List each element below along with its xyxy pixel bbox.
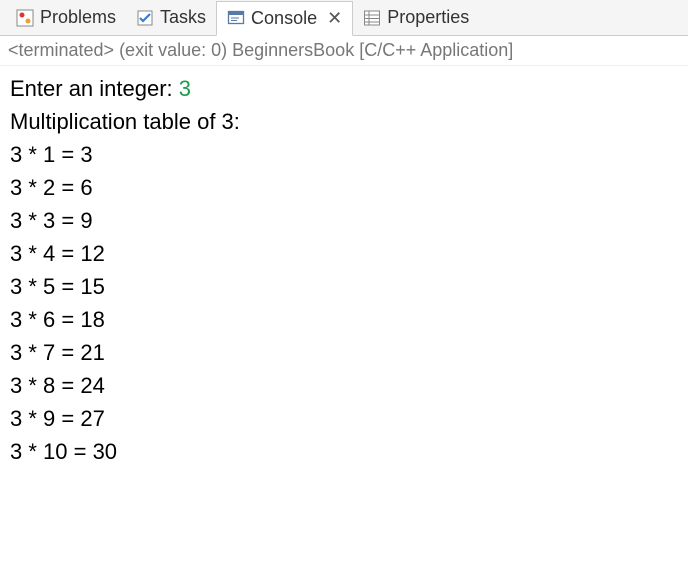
prompt-line: Enter an integer: 3 — [10, 72, 678, 105]
properties-icon — [363, 9, 381, 27]
terminated-status: <terminated> (exit value: 0) BeginnersBo… — [8, 40, 513, 60]
table-row: 3 * 8 = 24 — [10, 369, 678, 402]
tab-tasks-label: Tasks — [160, 7, 206, 28]
close-icon[interactable]: ✕ — [327, 8, 342, 29]
tab-bar: Problems Tasks Console ✕ — [0, 0, 688, 36]
table-row: 3 * 1 = 3 — [10, 138, 678, 171]
tab-tasks[interactable]: Tasks — [126, 0, 216, 35]
problems-icon — [16, 9, 34, 27]
tab-properties[interactable]: Properties — [353, 0, 479, 35]
table-header: Multiplication table of 3: — [10, 105, 678, 138]
table-row: 3 * 5 = 15 — [10, 270, 678, 303]
tab-properties-label: Properties — [387, 7, 469, 28]
table-row: 3 * 6 = 18 — [10, 303, 678, 336]
prompt-text: Enter an integer: — [10, 76, 179, 101]
table-row: 3 * 3 = 9 — [10, 204, 678, 237]
console-output: Enter an integer: 3 Multiplication table… — [0, 66, 688, 474]
table-row: 3 * 10 = 30 — [10, 435, 678, 468]
tab-console-label: Console — [251, 8, 317, 29]
table-row: 3 * 7 = 21 — [10, 336, 678, 369]
table-row: 3 * 2 = 6 — [10, 171, 678, 204]
table-row: 3 * 4 = 12 — [10, 237, 678, 270]
console-icon — [227, 9, 245, 27]
table-row: 3 * 9 = 27 — [10, 402, 678, 435]
tab-problems[interactable]: Problems — [6, 0, 126, 35]
tab-problems-label: Problems — [40, 7, 116, 28]
status-bar: <terminated> (exit value: 0) BeginnersBo… — [0, 36, 688, 66]
tasks-icon — [136, 9, 154, 27]
user-input: 3 — [179, 76, 191, 101]
tab-console[interactable]: Console ✕ — [216, 1, 353, 36]
